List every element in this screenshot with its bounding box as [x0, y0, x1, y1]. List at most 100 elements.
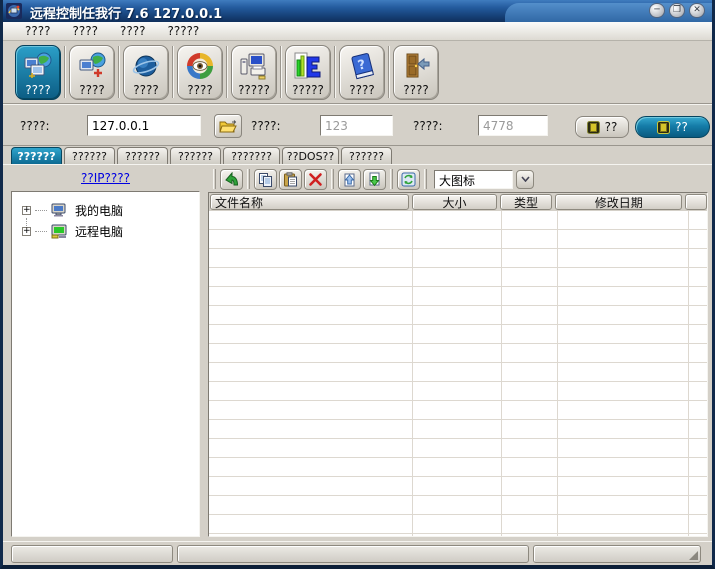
- view-mode-dropdown-button[interactable]: [516, 169, 534, 189]
- menu-item-2[interactable]: ????: [72, 24, 97, 38]
- port1-label: ????:: [251, 119, 281, 133]
- remote-computer-icon: [51, 224, 67, 239]
- connection-bar: ????: ????: ????: ?? ??: [3, 104, 712, 146]
- expand-toggle[interactable]: +: [22, 206, 31, 215]
- maximize-button[interactable]: ❐: [669, 3, 685, 18]
- toolbar-internet-button[interactable]: ????: [123, 44, 169, 100]
- tab-5[interactable]: ???????: [223, 147, 280, 164]
- host-input[interactable]: [87, 115, 201, 136]
- start-listen-button[interactable]: ??: [575, 116, 629, 138]
- delete-x-icon: [309, 172, 322, 186]
- main-toolbar: ???? ???? ???? ???? ????? ????? ? ???? ?…: [3, 41, 712, 104]
- toolbar-button-label: ????: [187, 82, 213, 97]
- resize-grip[interactable]: [689, 551, 698, 560]
- globe-icon: [132, 55, 160, 76]
- open-file-button[interactable]: [214, 114, 242, 138]
- query-ip-link[interactable]: ??IP????: [81, 171, 130, 185]
- toolbar-separator: [280, 46, 282, 98]
- statusbar: [3, 541, 712, 565]
- file-list-header: 文件名称 大小 类型 修改日期: [209, 193, 707, 211]
- host-tree: + 我的电脑 + 远程电脑: [11, 191, 200, 537]
- upload-button[interactable]: [338, 168, 361, 190]
- toolbar-button-label: ????: [403, 82, 429, 97]
- toolbar-help-button[interactable]: ? ????: [339, 44, 385, 100]
- toolbar-groove: [424, 169, 427, 189]
- go-up-button[interactable]: [220, 168, 243, 190]
- tab-7[interactable]: ??????: [341, 147, 392, 164]
- toolbar-exit-button[interactable]: ????: [393, 44, 439, 100]
- app-icon: [6, 3, 22, 19]
- toolbar-separator: [334, 46, 336, 98]
- toolbar-button-label: ?????: [238, 82, 270, 97]
- delete-button[interactable]: [304, 168, 327, 190]
- toolbar-button-label: ????: [79, 82, 105, 97]
- download-arrow-icon: [369, 172, 380, 186]
- door-stop-icon: [657, 120, 671, 134]
- view-mode-select[interactable]: 大图标: [434, 169, 513, 189]
- menu-item-4[interactable]: ?????: [167, 24, 199, 38]
- status-panel-3: [533, 545, 701, 563]
- toolbar-system-button[interactable]: ?????: [231, 44, 277, 100]
- toolbar-monitor-button[interactable]: ????: [177, 44, 223, 100]
- toolbar-separator: [172, 46, 174, 98]
- tab-1[interactable]: ??????: [11, 147, 62, 164]
- exit-door-icon: [406, 53, 430, 77]
- tree-connector: [35, 231, 47, 232]
- file-list: 文件名称 大小 类型 修改日期: [208, 192, 708, 537]
- stop-listen-button[interactable]: ??: [635, 116, 710, 138]
- minimize-button[interactable]: ─: [649, 3, 665, 18]
- file-toolbar: 大图标: [208, 166, 710, 192]
- toolbar-separator: [118, 46, 120, 98]
- panel-divider[interactable]: [200, 166, 208, 537]
- spy-eye-icon: [187, 52, 213, 79]
- toolbar-groove: [390, 169, 393, 189]
- tree-item-remote-computer[interactable]: + 远程电脑: [12, 221, 199, 242]
- toolbar-button-label: ????: [349, 82, 375, 97]
- toolbar-groove: [331, 169, 334, 189]
- host-label: ????:: [20, 119, 50, 133]
- tab-bar: ?????? ?????? ?????? ?????? ??????? ??DO…: [11, 147, 392, 164]
- refresh-button[interactable]: [397, 168, 420, 190]
- toolbar-stats-button[interactable]: ?????: [285, 44, 331, 100]
- expand-toggle[interactable]: +: [22, 227, 31, 236]
- close-button[interactable]: ✕: [689, 3, 705, 18]
- tab-4[interactable]: ??????: [170, 147, 221, 164]
- window-title: 远程控制任我行 7.6 127.0.0.1: [30, 7, 223, 22]
- titlebar[interactable]: 远程控制任我行 7.6 127.0.0.1 ─ ❐ ✕: [3, 0, 712, 22]
- start-listen-label: ??: [604, 120, 618, 134]
- menu-item-3[interactable]: ????: [120, 24, 145, 38]
- tab-3[interactable]: ??????: [117, 147, 168, 164]
- port2-input[interactable]: [478, 115, 548, 136]
- toolbar-add-host-button[interactable]: ????: [69, 44, 115, 100]
- toolbar-connect-button[interactable]: ????: [15, 44, 61, 100]
- door-start-icon: [586, 120, 600, 134]
- tree-item-my-computer[interactable]: + 我的电脑: [12, 200, 199, 230]
- sidebar: ??IP???? + 我的电脑 + 远程电脑: [11, 166, 200, 537]
- toolbar-button-label: ????: [25, 82, 51, 97]
- back-arrow-icon: [225, 171, 239, 185]
- copy-button[interactable]: [254, 168, 277, 190]
- port2-label: ????:: [413, 119, 443, 133]
- column-header-type[interactable]: 类型: [499, 194, 553, 210]
- tab-2[interactable]: ??????: [64, 147, 115, 164]
- file-panel: 大图标 文件名称 大小 类型 修改日期: [208, 166, 710, 537]
- column-header-size[interactable]: 大小: [412, 194, 497, 210]
- app-window: 远程控制任我行 7.6 127.0.0.1 ─ ❐ ✕ ???? ???? ??…: [0, 0, 715, 569]
- file-list-body[interactable]: [209, 211, 707, 536]
- column-header-extra[interactable]: [685, 194, 707, 210]
- column-gridline: [412, 211, 413, 536]
- tab-dos[interactable]: ??DOS??: [282, 147, 339, 164]
- open-folder-icon: [219, 120, 237, 133]
- help-book-icon: ?: [351, 52, 374, 79]
- stop-listen-label: ??: [675, 120, 688, 134]
- column-gridline: [557, 211, 558, 536]
- port1-input[interactable]: [320, 115, 393, 136]
- menu-item-1[interactable]: ????: [25, 24, 50, 38]
- paste-button[interactable]: [279, 168, 302, 190]
- column-header-date[interactable]: 修改日期: [555, 194, 683, 210]
- download-button[interactable]: [363, 168, 386, 190]
- toolbar-button-label: ????: [133, 82, 159, 97]
- tree-connector: [35, 210, 47, 211]
- column-header-filename[interactable]: 文件名称: [210, 194, 410, 210]
- my-computer-icon: [51, 203, 66, 217]
